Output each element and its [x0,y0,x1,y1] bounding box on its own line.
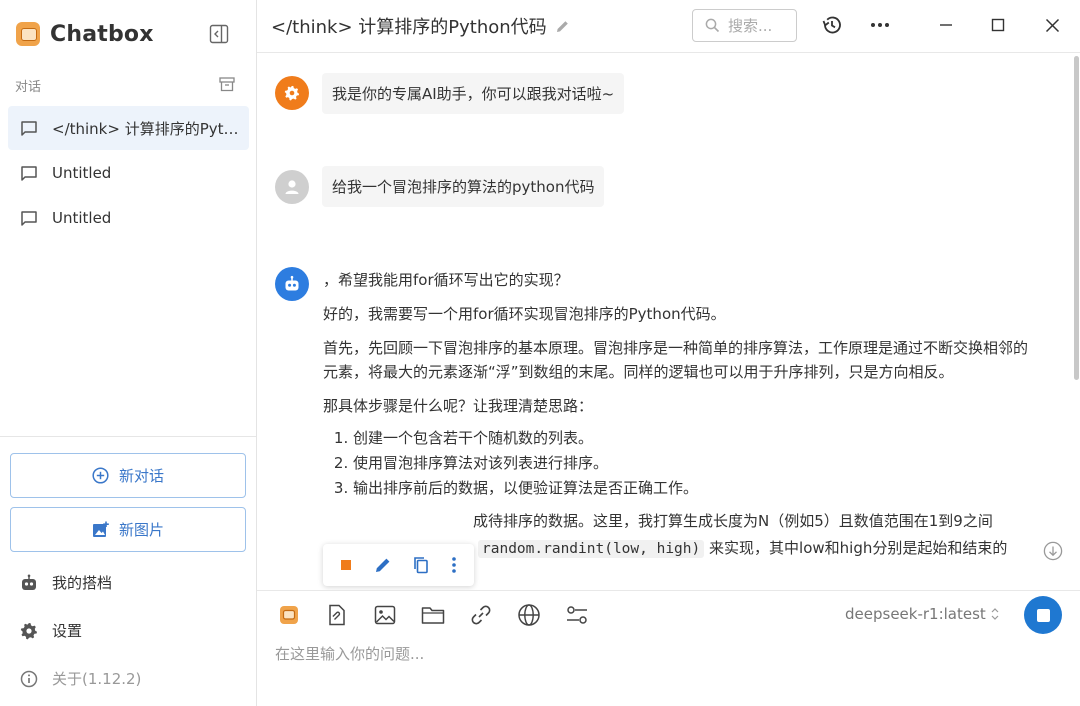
conversation-list: </think> 计算排序的Python代码 Untitled Untitled [8,106,249,241]
link-icon[interactable] [467,601,494,628]
conversation-title: </think> 计算排序的Python代码 [271,17,547,38]
reply-line: 好的，我需要写一个用for循环实现冒泡排序的Python代码。 [323,305,726,323]
edit-title-icon[interactable] [555,19,570,34]
sidebar-divider [0,436,256,437]
copy-icon[interactable] [413,556,429,574]
model-name: deepseek-r1:latest [845,605,986,623]
settings-link[interactable]: 设置 [20,620,82,641]
user-message: 给我一个冒泡排序的算法的python代码 [322,166,605,207]
conversations-section-label: 对话 [15,80,42,95]
minimize-window-icon[interactable] [934,13,958,37]
search-input[interactable]: 搜索... [692,9,797,42]
stop-generating-icon[interactable] [340,559,352,571]
scroll-to-bottom-icon[interactable] [1043,541,1063,561]
reply-paragraph: 那具体步骤是什么呢？让我理清楚思路： [323,397,594,415]
collapse-sidebar-icon[interactable] [208,23,230,45]
maximize-window-icon[interactable] [986,13,1010,37]
model-selector[interactable]: deepseek-r1:latest [845,605,1000,623]
reply-steps-list: 创建一个包含若干个随机数的列表。 使用冒泡排序算法对该列表进行排序。 输出排序前… [353,426,1033,501]
message-input[interactable] [275,645,1065,663]
robot-icon [22,574,36,590]
attach-file-icon[interactable] [323,601,350,628]
history-icon[interactable] [820,13,844,37]
add-circle-icon [92,467,109,484]
new-image-label: 新图片 [118,521,164,539]
conversation-item[interactable]: Untitled [8,151,249,195]
input-toolbar [275,601,590,628]
conversation-item[interactable]: Untitled [8,196,249,240]
list-item: 输出排序前后的数据，以便验证算法是否正确工作。 [353,476,1033,501]
assistant-message: ，希望我能用for循环写出它的实现？ 好的，我需要写一个用for循环实现冒泡排序… [323,268,1033,571]
user-avatar-icon [275,170,309,204]
new-chat-label: 新对话 [118,467,164,485]
new-chat-button[interactable]: 新对话 [10,453,246,498]
reply-text: 来实现，其中low和high分别是起始和结束的 [709,539,1008,557]
my-partners-label: 我的搭档 [52,574,113,592]
chatbox-app: Chatbox 对话 </think> 计算排序的Python代码 Untitl… [0,0,1080,706]
folder-icon[interactable] [419,601,446,628]
message-toolbar [323,544,474,586]
search-icon [705,18,720,33]
about-label: 关于(1.12.2) [52,670,142,688]
chevron-updown-icon [991,608,999,620]
chat-header: </think> 计算排序的Python代码 搜索... [257,0,1080,53]
list-item: 使用冒泡排序算法对该列表进行排序。 [353,451,1033,476]
assistant-avatar-robot-icon [275,267,309,301]
reply-partial-line: 成待排序的数据。这里，我打算生成长度为N（例如5）且数值范围在1到9之间 [473,512,993,530]
new-image-button[interactable]: 新图片 [10,507,246,552]
add-image-icon [92,521,109,537]
edit-icon[interactable] [374,556,392,574]
sidebar: Chatbox 对话 </think> 计算排序的Python代码 Untitl… [0,0,257,706]
close-window-icon[interactable] [1040,13,1064,37]
system-message: 我是你的专属AI助手，你可以跟我对话啦~ [322,73,625,114]
settings-label: 设置 [52,622,83,640]
gear-icon [20,622,37,639]
stop-button[interactable] [1024,596,1062,634]
chat-bubble-icon [21,165,37,181]
search-placeholder: 搜索... [728,17,773,35]
inline-code: random.randint(low, high) [478,540,705,558]
stop-icon [1036,608,1050,622]
archive-icon[interactable] [217,75,237,93]
input-area: deepseek-r1:latest [257,590,1080,706]
info-icon [20,670,38,687]
chatbox-logo-icon [16,22,40,46]
attach-image-icon[interactable] [371,601,398,628]
conversation-item[interactable]: </think> 计算排序的Python代码 [8,106,249,150]
web-globe-icon[interactable] [515,601,542,628]
conversation-label: </think> 计算排序的Python代码 [52,119,244,138]
system-avatar-gear-icon [275,76,309,110]
settings-sliders-icon[interactable] [563,601,590,628]
conversation-label: Untitled [52,209,112,227]
chat-scrollbar[interactable] [1072,54,1080,384]
reply-paragraph: 首先，先回顾一下冒泡排序的基本原理。冒泡排序是一种简单的排序算法，工作原理是通过… [323,339,1029,381]
about-link[interactable]: 关于(1.12.2) [20,668,141,689]
page-title: </think> 计算排序的Python代码 [271,13,570,39]
reply-line: ，希望我能用for循环写出它的实现？ [323,271,569,289]
app-name: Chatbox [50,21,154,47]
my-partners-link[interactable]: 我的搭档 [20,572,112,593]
brand: Chatbox [16,18,154,50]
conversation-label: Untitled [52,164,112,182]
more-options-icon[interactable] [868,13,892,37]
chat-bubble-icon [21,120,37,136]
more-vertical-icon[interactable] [451,556,457,574]
chat-bubble-icon [21,210,37,226]
chat-messages[interactable]: 我是你的专属AI助手，你可以跟我对话啦~ 给我一个冒泡排序的算法的python代… [257,54,1080,590]
chatbox-logo-icon[interactable] [275,601,302,628]
list-item: 创建一个包含若干个随机数的列表。 [353,426,1033,451]
